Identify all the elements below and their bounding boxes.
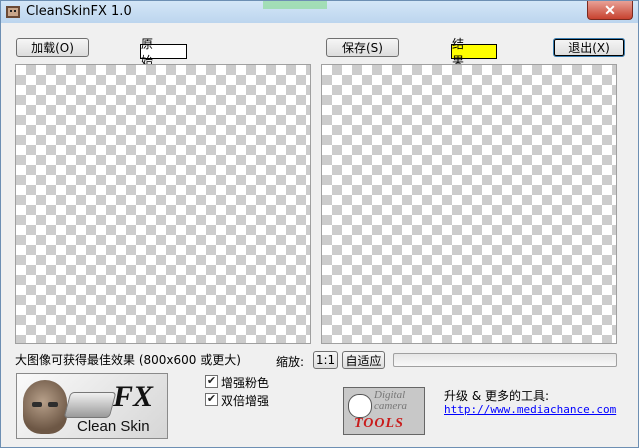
logo-face-image — [23, 380, 67, 434]
dct-logo-line1: Digital — [374, 389, 406, 401]
title-bar-highlight — [263, 1, 327, 9]
fit-button[interactable]: 自适应 — [342, 351, 385, 369]
upgrade-text: 升级 & 更多的工具: — [444, 389, 550, 403]
film-reel-icon — [348, 394, 372, 418]
dct-logo-line2: camera — [374, 400, 407, 412]
size-hint-text: 大图像可获得最佳效果 (800x600 或更大) — [15, 353, 241, 367]
logo-name-text: Clean Skin — [77, 418, 150, 435]
zoom-1to1-button[interactable]: 1:1 — [313, 351, 338, 369]
double-enhance-label[interactable]: 双倍增强 — [221, 392, 269, 409]
enhance-pink-checkbox[interactable]: ✔ — [205, 375, 218, 388]
result-image-panel[interactable] — [321, 64, 617, 344]
dct-logo-tools: TOOLS — [354, 416, 404, 431]
original-image-panel[interactable] — [15, 64, 311, 344]
cleanskin-logo: FX Clean Skin — [16, 373, 168, 439]
window-title: CleanSkinFX 1.0 — [26, 4, 132, 19]
close-icon[interactable]: ✕ — [587, 1, 633, 20]
original-label: 原 始 — [140, 37, 187, 68]
logo-device-graphic — [63, 392, 117, 418]
load-button[interactable]: 加载(O) — [16, 38, 89, 57]
result-label: 结 果 — [451, 37, 497, 68]
double-enhance-checkbox[interactable]: ✔ — [205, 393, 218, 406]
save-button[interactable]: 保存(S) — [326, 38, 399, 57]
mediachance-link[interactable]: http://www.mediachance.com — [444, 403, 616, 416]
logo-fx-text: FX — [113, 380, 154, 413]
digital-camera-tools-logo[interactable]: Digital camera TOOLS — [343, 387, 425, 435]
exit-button[interactable]: 退出(X) — [553, 38, 625, 57]
enhance-pink-label[interactable]: 增强粉色 — [221, 374, 269, 391]
progress-bar — [393, 353, 617, 367]
app-icon — [6, 6, 20, 18]
zoom-label: 缩放: — [276, 355, 305, 369]
main-window: CleanSkinFX 1.0 ✕ 加载(O) 原 始 保存(S) 结 果 退出… — [0, 0, 639, 448]
title-bar[interactable]: CleanSkinFX 1.0 ✕ — [1, 1, 638, 23]
